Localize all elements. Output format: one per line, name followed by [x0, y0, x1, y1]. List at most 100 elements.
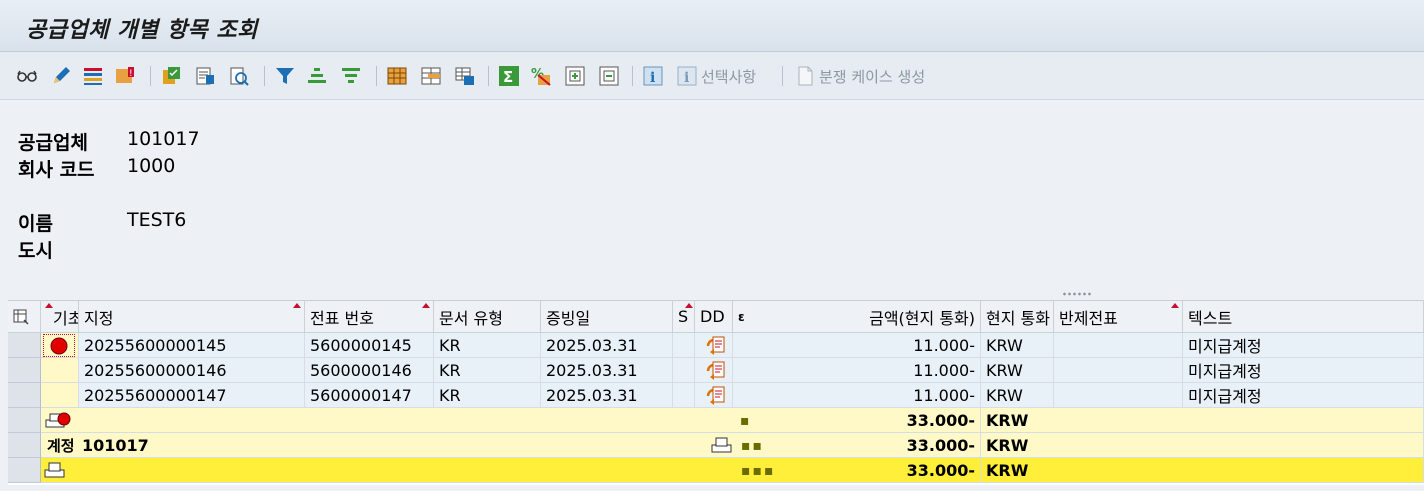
cell-basis: [41, 383, 79, 408]
layout-grid-icon[interactable]: [386, 64, 408, 88]
row-selector[interactable]: [8, 383, 41, 408]
vendor-label: 공급업체: [18, 132, 88, 154]
cell-assignment[interactable]: 20255600000147: [79, 383, 305, 408]
name-label: 이름: [18, 213, 53, 235]
document-icon: [798, 66, 813, 86]
cell-text[interactable]: 미지급계정: [1183, 333, 1424, 358]
cell-assignment[interactable]: 20255600000146: [79, 358, 305, 383]
application-toolbar: ! Σ % i i 선택사항 분쟁 케이스 생성: [0, 52, 1424, 100]
account-amount: 33.000-: [733, 433, 981, 458]
cell-status[interactable]: [673, 333, 695, 358]
city-label: 도시: [18, 240, 53, 262]
col-header-dd[interactable]: DD: [695, 301, 733, 333]
row-selector[interactable]: [8, 433, 41, 458]
line-items-grid: 기초 지정 전표 번호 문서 유형 증빙일 S DD ε 금액(현지 통화) 현…: [8, 300, 1424, 485]
select-all-button[interactable]: [8, 301, 41, 333]
info-icon[interactable]: i: [642, 64, 664, 88]
vendor-value: 101017: [127, 128, 200, 150]
collapse-icon[interactable]: [598, 64, 620, 88]
cell-currency[interactable]: KRW: [981, 333, 1054, 358]
cell-text[interactable]: 미지급계정: [1183, 358, 1424, 383]
cell-clearing-doc[interactable]: [1054, 358, 1183, 383]
sort-marker: [1171, 303, 1179, 308]
pencil-icon[interactable]: [50, 64, 72, 88]
insert-column-icon[interactable]: [420, 64, 442, 88]
cell-doc-no[interactable]: 5600000147: [305, 383, 434, 408]
table-settings-icon: [13, 309, 29, 325]
page-title: 공급업체 개별 항목 조회: [26, 18, 258, 43]
row-selector[interactable]: [8, 358, 41, 383]
col-header-text[interactable]: 텍스트: [1183, 301, 1424, 333]
expand-icon[interactable]: [564, 64, 586, 88]
sum-icon[interactable]: Σ: [498, 64, 520, 88]
subtotal-currency: KRW: [986, 411, 1029, 430]
select-layout-icon[interactable]: [82, 64, 104, 88]
subtotal-amount: 33.000-: [733, 408, 981, 433]
cell-basis: [41, 358, 79, 383]
svg-text:i: i: [684, 70, 689, 86]
cell-status[interactable]: [673, 358, 695, 383]
document-search-icon[interactable]: [228, 64, 250, 88]
company-code-value: 1000: [127, 155, 176, 177]
sort-marker: [422, 303, 430, 308]
col-header-clearing-doc[interactable]: 반제전표: [1054, 301, 1183, 333]
sort-marker: [45, 303, 53, 308]
col-header-assignment[interactable]: 지정: [79, 301, 305, 333]
cell-amount[interactable]: 11.000-: [733, 358, 981, 383]
cell-doc-date[interactable]: 2025.03.31: [541, 383, 673, 408]
cell-dd[interactable]: [695, 383, 733, 408]
account-number: 101017: [82, 436, 149, 455]
sort-marker: [685, 303, 693, 308]
cell-doc-no[interactable]: 5600000146: [305, 358, 434, 383]
total-currency: KRW: [986, 461, 1029, 480]
row-selector[interactable]: [8, 408, 41, 433]
save-layout-icon[interactable]: [454, 64, 476, 88]
cell-assignment[interactable]: 20255600000145: [79, 333, 305, 358]
dispute-case-label: 분쟁 케이스 생성: [819, 67, 926, 86]
sort-descending-icon[interactable]: [340, 64, 362, 88]
name-value: TEST6: [127, 209, 187, 231]
account-printer-icon: [711, 436, 733, 458]
cell-doc-type[interactable]: KR: [434, 358, 541, 383]
cell-doc-date[interactable]: 2025.03.31: [541, 358, 673, 383]
row-selector[interactable]: [8, 458, 41, 483]
glasses-icon[interactable]: [16, 64, 38, 88]
cell-dd[interactable]: [695, 333, 733, 358]
cell-text[interactable]: 미지급계정: [1183, 383, 1424, 408]
resize-grip[interactable]: [1062, 291, 1092, 297]
dispute-case-button[interactable]: 분쟁 케이스 생성: [794, 64, 925, 88]
cell-clearing-doc[interactable]: [1054, 383, 1183, 408]
cell-amount[interactable]: 11.000-: [733, 333, 981, 358]
selections-button[interactable]: i 선택사항: [676, 64, 756, 88]
cell-doc-type[interactable]: KR: [434, 333, 541, 358]
cell-status[interactable]: [673, 383, 695, 408]
cell-currency[interactable]: KRW: [981, 358, 1054, 383]
cell-dd[interactable]: [695, 358, 733, 383]
red-status-icon: [43, 334, 75, 357]
col-header-currency[interactable]: 현지 통화: [981, 301, 1054, 333]
svg-text:i: i: [650, 70, 655, 86]
col-header-basis[interactable]: 기초: [41, 301, 79, 333]
col-header-status[interactable]: S: [673, 301, 695, 333]
col-header-doc-type[interactable]: 문서 유형: [434, 301, 541, 333]
svg-text:!: !: [129, 69, 133, 79]
exception-icon[interactable]: !: [114, 64, 136, 88]
cell-amount[interactable]: 11.000-: [733, 383, 981, 408]
document-check-icon[interactable]: [160, 64, 182, 88]
col-header-doc-date[interactable]: 증빙일: [541, 301, 673, 333]
subtotal-icon[interactable]: %: [530, 64, 552, 88]
cell-doc-no[interactable]: 5600000145: [305, 333, 434, 358]
document-flow-icon: [706, 361, 725, 380]
col-header-doc-no[interactable]: 전표 번호: [305, 301, 434, 333]
sort-marker: [293, 303, 301, 308]
cell-doc-date[interactable]: 2025.03.31: [541, 333, 673, 358]
document-display-icon[interactable]: [194, 64, 216, 88]
cell-currency[interactable]: KRW: [981, 383, 1054, 408]
sort-ascending-icon[interactable]: [306, 64, 328, 88]
cell-clearing-doc[interactable]: [1054, 333, 1183, 358]
document-flow-icon: [706, 386, 725, 405]
col-header-amount[interactable]: ε 금액(현지 통화): [733, 301, 981, 333]
filter-icon[interactable]: [274, 64, 296, 88]
cell-doc-type[interactable]: KR: [434, 383, 541, 408]
row-selector[interactable]: [8, 333, 41, 358]
